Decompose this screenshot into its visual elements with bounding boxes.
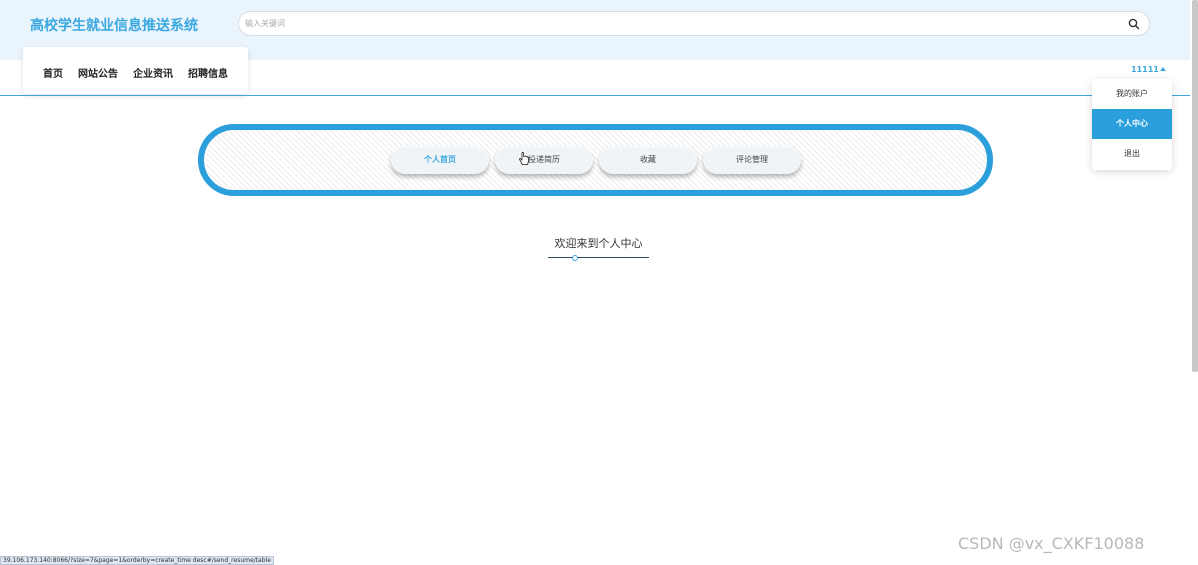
hand-cursor-icon [519, 152, 529, 165]
menu-personal-center[interactable]: 个人中心 [1092, 109, 1172, 139]
tab-panel-frame [198, 124, 993, 196]
nav-job-postings[interactable]: 招聘信息 [188, 65, 228, 80]
watermark-text: CSDN @vx_CXKF10088 [958, 534, 1145, 553]
nav-home[interactable]: 首页 [43, 65, 63, 80]
tab-personal-home[interactable]: 个人首页 [391, 146, 489, 174]
nav-divider [0, 95, 1190, 96]
menu-logout[interactable]: 退出 [1092, 139, 1172, 169]
welcome-underline-dot [572, 255, 578, 261]
search-bar [238, 11, 1150, 36]
search-icon[interactable] [1127, 17, 1141, 31]
page-scrollbar[interactable] [1192, 0, 1198, 372]
welcome-underline [548, 257, 649, 258]
user-menu-toggle[interactable]: 11111 [1131, 65, 1159, 74]
search-input[interactable] [245, 14, 1115, 33]
caret-up-icon[interactable] [1160, 67, 1166, 71]
welcome-heading: 欢迎来到个人中心 [554, 237, 643, 250]
user-dropdown: 我的账户 个人中心 退出 [1092, 79, 1172, 170]
main-nav: 首页 网站公告 企业资讯 招聘信息 [23, 47, 248, 94]
menu-my-account[interactable]: 我的账户 [1092, 79, 1172, 109]
nav-announcements[interactable]: 网站公告 [78, 65, 118, 80]
status-bar-url: 39.106.173.140:8066/?size=7&page=1&order… [0, 556, 274, 565]
tab-favorites[interactable]: 收藏 [599, 146, 697, 174]
tab-submit-resume[interactable]: 投递简历 [495, 146, 593, 174]
site-title[interactable]: 高校学生就业信息推送系统 [30, 15, 198, 35]
tab-comment-management[interactable]: 评论管理 [703, 146, 801, 174]
nav-company-news[interactable]: 企业资讯 [133, 65, 173, 80]
